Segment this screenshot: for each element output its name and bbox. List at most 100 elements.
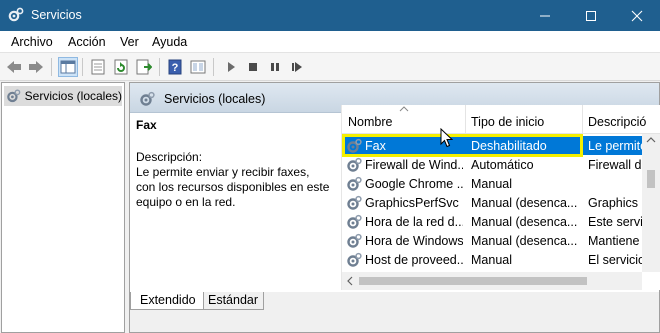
toolbar-separator bbox=[159, 58, 160, 76]
list-header: Nombre Tipo de inicio Descripció bbox=[342, 105, 660, 134]
menu-archivo[interactable]: Archivo bbox=[11, 35, 53, 49]
description-label: Descripción: bbox=[136, 150, 203, 164]
column-divider[interactable] bbox=[465, 105, 466, 134]
service-row[interactable]: GraphicsPerfSvc Manual (desenca... Graphic… bbox=[342, 193, 642, 212]
service-row[interactable]: Google Chrome ... Manual bbox=[342, 174, 642, 193]
maximize-button[interactable] bbox=[568, 0, 614, 31]
tab-extendido-label: Extendido bbox=[140, 293, 196, 307]
service-gear-icon bbox=[346, 252, 362, 271]
stop-service-button[interactable] bbox=[243, 57, 263, 77]
service-name-cell: Hora de la red d... bbox=[365, 215, 463, 229]
stop-service-icon bbox=[249, 63, 257, 71]
mouse-pointer-icon bbox=[440, 128, 453, 148]
refresh-icon bbox=[114, 59, 128, 75]
show-hide-tree-button[interactable] bbox=[58, 57, 78, 77]
forward-button[interactable] bbox=[26, 57, 46, 77]
service-name-cell: Google Chrome ... bbox=[365, 177, 463, 191]
menu-ver-label: Ver bbox=[120, 35, 139, 49]
description-cell: Graphics p bbox=[588, 196, 642, 210]
maximize-icon bbox=[586, 10, 596, 21]
column-header-nombre[interactable]: Nombre bbox=[348, 115, 392, 129]
horizontal-scrollbar[interactable] bbox=[342, 272, 642, 290]
tab-extendido[interactable]: Extendido bbox=[130, 292, 204, 310]
restart-service-button[interactable] bbox=[287, 57, 307, 77]
toolbar-separator bbox=[82, 58, 83, 76]
refresh-button[interactable] bbox=[111, 57, 131, 77]
service-row[interactable]: Firewall de Wind... Automático Firewall de bbox=[342, 155, 642, 174]
description-cell: El servicio bbox=[588, 253, 642, 267]
menu-bar: Archivo Acción Ver Ayuda bbox=[0, 31, 660, 53]
description-cell: Mantiene bbox=[588, 234, 640, 248]
console-tree: Servicios (locales) bbox=[1, 82, 125, 333]
scroll-up-icon[interactable] bbox=[646, 137, 656, 143]
startup-type-cell: Manual bbox=[471, 177, 512, 191]
service-name-cell: Firewall de Wind... bbox=[365, 158, 463, 172]
service-row[interactable]: Hora de la red d... Manual (desenca... Est… bbox=[342, 212, 642, 231]
menu-ayuda[interactable]: Ayuda bbox=[152, 35, 187, 49]
properties-button[interactable] bbox=[88, 57, 108, 77]
startup-type-cell: Deshabilitado bbox=[471, 139, 547, 153]
vertical-scroll-thumb[interactable] bbox=[647, 170, 655, 188]
service-description-area: Fax Descripción: Le permite enviar y rec… bbox=[130, 114, 332, 292]
pause-service-icon bbox=[271, 63, 279, 71]
back-arrow-icon bbox=[7, 61, 21, 73]
service-row[interactable]: Hora de Windows Manual (desenca... Mantien… bbox=[342, 231, 642, 250]
menu-accion-label: Acción bbox=[68, 35, 106, 49]
services-gear-icon bbox=[140, 91, 155, 106]
export-list-button[interactable] bbox=[134, 57, 154, 77]
services-gear-icon bbox=[8, 7, 24, 22]
window-title: Servicios bbox=[31, 8, 82, 22]
services-list: Nombre Tipo de inicio Descripció Fax Desh… bbox=[341, 105, 660, 290]
selected-service-name: Fax bbox=[136, 118, 157, 132]
panel-title: Servicios (locales) bbox=[164, 92, 266, 106]
console-icon bbox=[190, 60, 206, 74]
close-icon bbox=[631, 10, 643, 21]
service-name-cell: Host de proveed... bbox=[365, 253, 463, 267]
minimize-icon bbox=[540, 15, 550, 16]
startup-type-cell: Automático bbox=[471, 158, 534, 172]
services-gear-icon bbox=[7, 89, 21, 103]
start-service-icon bbox=[228, 62, 235, 72]
export-list-icon bbox=[136, 59, 152, 75]
startup-type-cell: Manual bbox=[471, 253, 512, 267]
toolbar: ? bbox=[0, 53, 660, 81]
start-service-button[interactable] bbox=[221, 57, 241, 77]
title-bar[interactable]: Servicios bbox=[0, 0, 660, 31]
tree-item-servicios-locales[interactable]: Servicios (locales) bbox=[4, 86, 122, 106]
service-row[interactable]: Host de proveed... Manual El servicio bbox=[342, 250, 642, 269]
menu-accion[interactable]: Acción bbox=[68, 35, 106, 49]
menu-archivo-label: Archivo bbox=[11, 35, 53, 49]
description-text: Le permite enviar y recibir faxes, con l… bbox=[136, 165, 330, 209]
service-row[interactable]: Fax Deshabilitado Le permite bbox=[342, 136, 642, 155]
column-header-tipo-inicio[interactable]: Tipo de inicio bbox=[471, 115, 544, 129]
sort-ascending-icon bbox=[399, 106, 409, 112]
vertical-scrollbar[interactable] bbox=[642, 134, 660, 272]
menu-ayuda-label: Ayuda bbox=[152, 35, 188, 49]
help-button[interactable]: ? bbox=[165, 57, 185, 77]
back-button[interactable] bbox=[4, 57, 24, 77]
show-hide-tree-icon bbox=[60, 60, 76, 74]
minimize-button[interactable] bbox=[522, 0, 568, 31]
tree-item-label: Servicios (locales) bbox=[24, 89, 122, 103]
column-header-descripcion[interactable]: Descripció bbox=[588, 115, 646, 129]
description-cell: Le permite bbox=[588, 139, 642, 153]
close-button[interactable] bbox=[614, 0, 660, 31]
console-button[interactable] bbox=[188, 57, 208, 77]
startup-type-cell: Manual (desenca... bbox=[471, 234, 578, 248]
scroll-left-icon[interactable] bbox=[347, 276, 353, 286]
menu-ver[interactable]: Ver bbox=[120, 35, 139, 49]
service-name-cell: Hora de Windows bbox=[365, 234, 463, 248]
description-cell: Este servic bbox=[588, 215, 642, 229]
restart-service-icon bbox=[292, 62, 302, 72]
forward-arrow-icon bbox=[29, 61, 43, 73]
tab-estandar-label: Estándar bbox=[208, 293, 259, 307]
service-name-cell: GraphicsPerfSvc bbox=[365, 196, 459, 210]
pause-service-button[interactable] bbox=[265, 57, 285, 77]
svg-text:?: ? bbox=[172, 62, 179, 74]
horizontal-scroll-thumb[interactable] bbox=[359, 277, 587, 285]
description-cell: Firewall de bbox=[588, 158, 642, 172]
properties-icon bbox=[91, 59, 105, 75]
column-divider[interactable] bbox=[582, 105, 583, 134]
tab-estandar[interactable]: Estándar bbox=[204, 292, 264, 310]
toolbar-separator bbox=[51, 58, 52, 76]
